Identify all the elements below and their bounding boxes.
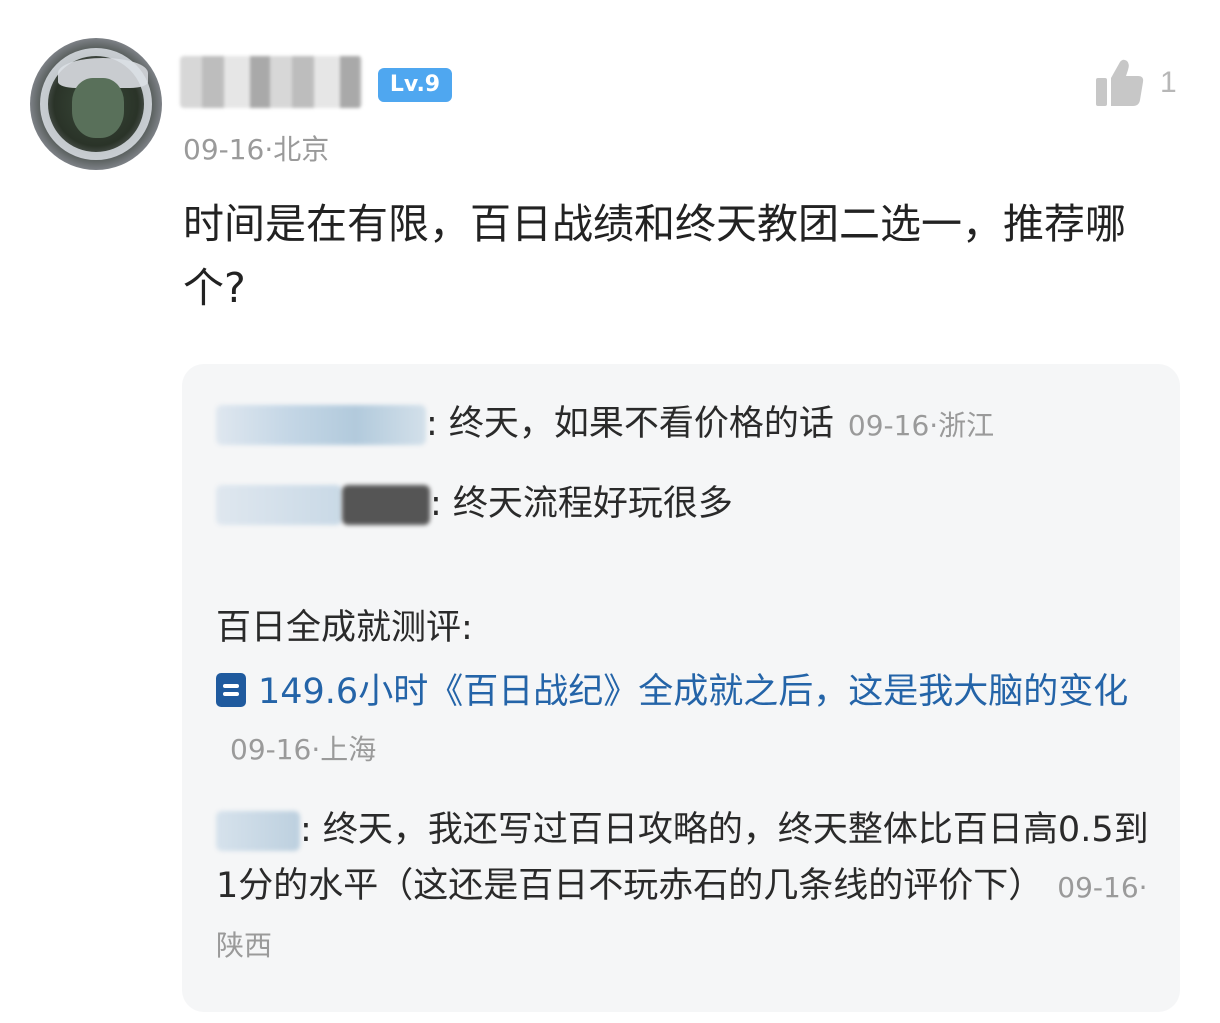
reply-text: : 终天，如果不看价格的话 [426, 404, 834, 444]
reply-time: 09-16·浙江 [847, 409, 995, 442]
reply-text: : 终天，我还写过百日攻略的，终天整体比百日高0.5到1分的水平（这还是百日不玩… [216, 810, 1149, 906]
reply-username-blurred-dark [342, 485, 430, 525]
avatar-frame [40, 48, 152, 160]
reply-1[interactable]: : 终天，如果不看价格的话 09-16·浙江 [216, 396, 994, 454]
thumbs-up-icon [1096, 59, 1144, 106]
article-link-text[interactable]: 149.6小时《百日战纪》全成就之后，这是我大脑的变化 [258, 672, 1128, 712]
document-icon [216, 673, 246, 707]
reply-3[interactable]: : 终天，我还写过百日攻略的，终天整体比百日高0.5到1分的水平（这还是百日不玩… [216, 802, 1156, 974]
reply-2[interactable]: : 终天流程好玩很多 [216, 476, 733, 532]
avatar[interactable] [30, 38, 162, 170]
reply-heading: 百日全成就测评: [216, 608, 473, 648]
reply-username-blurred[interactable] [216, 485, 342, 525]
reply-section: : 终天，如果不看价格的话 09-16·浙江 : 终天流程好玩很多 百日全成就测评… [182, 364, 1180, 1012]
username-blurred[interactable] [180, 56, 362, 108]
like-button[interactable]: 1 [1096, 58, 1177, 108]
level-badge: Lv.9 [378, 68, 452, 102]
article-link[interactable]: 149.6小时《百日战纪》全成就之后，这是我大脑的变化 09-16·上海 [216, 664, 1146, 778]
post-content: 时间是在有限，百日战绩和终天教团二选一，推荐哪个? [183, 200, 1126, 312]
like-count: 1 [1160, 66, 1177, 99]
reply-time: 09-16·上海 [230, 733, 377, 766]
reply-username-blurred[interactable] [216, 405, 426, 445]
post-meta: 09-16·北京 [183, 133, 330, 166]
reply-text: : 终天流程好玩很多 [430, 484, 733, 524]
reply-username-blurred[interactable] [216, 811, 300, 851]
